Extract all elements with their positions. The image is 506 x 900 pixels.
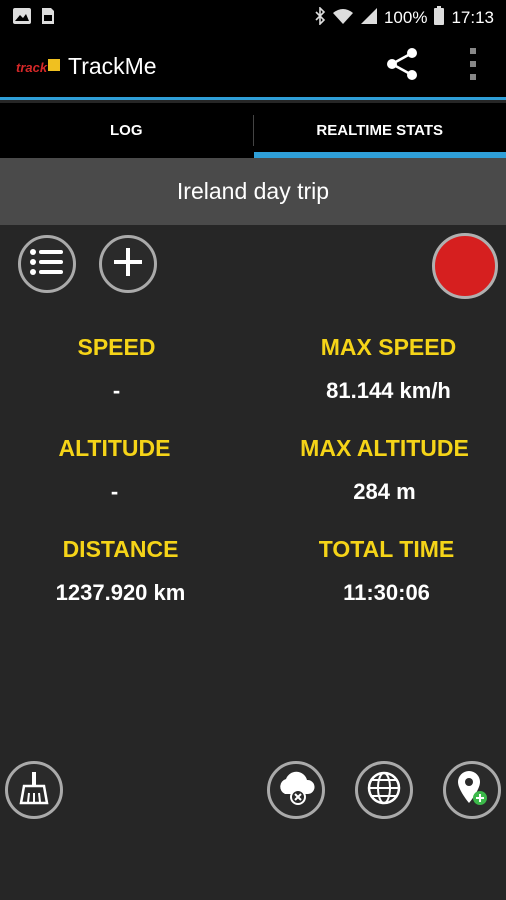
total-time-value: 11:30:06 — [343, 580, 430, 605]
cloud-remove-icon — [276, 770, 316, 811]
distance-label: DISTANCE — [62, 536, 179, 562]
add-location-button[interactable] — [443, 761, 501, 819]
broom-icon — [19, 771, 49, 810]
list-icon — [29, 247, 65, 282]
stat-total-time: TOTAL TIME 11:30:06 — [260, 534, 506, 608]
speed-label: SPEED — [77, 334, 156, 360]
max-altitude-label: MAX ALTITUDE — [300, 435, 469, 461]
overflow-menu-icon[interactable] — [468, 47, 478, 86]
cloud-remove-button[interactable] — [267, 761, 325, 819]
stat-max-altitude: MAX ALTITUDE 284 m — [258, 433, 506, 507]
sim-icon — [40, 7, 56, 30]
stat-distance: DISTANCE 1237.920 km — [0, 534, 247, 608]
wifi-icon — [332, 7, 354, 30]
altitude-value: - — [110, 479, 119, 504]
max-altitude-value: 284 m — [353, 479, 416, 504]
tab-log[interactable]: LOG — [0, 103, 253, 158]
stat-speed: SPEED - — [0, 332, 243, 406]
stat-max-speed: MAX SPEED 81.144 km/h — [262, 332, 506, 406]
app-title: TrackMe — [68, 53, 157, 79]
add-location-icon — [455, 769, 489, 812]
bluetooth-icon — [314, 5, 326, 30]
signal-icon — [360, 7, 378, 30]
add-button[interactable] — [99, 235, 157, 293]
record-button[interactable] — [432, 233, 498, 299]
gallery-icon — [12, 7, 32, 30]
altitude-label: ALTITUDE — [58, 435, 171, 461]
share-icon[interactable] — [384, 46, 420, 87]
speed-value: - — [112, 378, 121, 403]
tab-bar: LOG REALTIME STATS — [0, 103, 506, 158]
distance-value: 1237.920 km — [55, 580, 186, 605]
stat-altitude: ALTITUDE - — [0, 433, 241, 507]
svg-text:track: track — [16, 60, 48, 75]
app-logo: track — [14, 55, 62, 79]
battery-percentage: 100% — [383, 8, 428, 27]
add-icon — [111, 245, 145, 284]
max-speed-label: MAX SPEED — [320, 334, 457, 360]
globe-icon — [366, 770, 402, 811]
tab-realtime-stats[interactable]: REALTIME STATS — [253, 103, 506, 158]
total-time-label: TOTAL TIME — [318, 536, 455, 562]
clock: 17:13 — [451, 8, 494, 27]
battery-icon — [433, 5, 445, 31]
list-button[interactable] — [18, 235, 76, 293]
status-bar: 100% 17:13 — [0, 0, 506, 36]
max-speed-value: 81.144 km/h — [326, 378, 451, 403]
app-bar: track TrackMe — [0, 36, 506, 100]
clear-button[interactable] — [5, 761, 63, 819]
trip-title: Ireland day trip — [0, 158, 506, 225]
globe-button[interactable] — [355, 761, 413, 819]
